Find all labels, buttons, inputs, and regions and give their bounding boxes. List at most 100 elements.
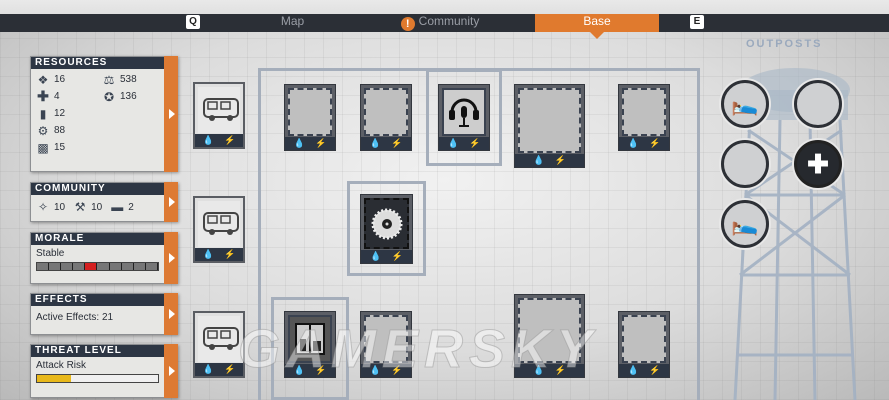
effects-title: EFFECTS	[31, 294, 177, 306]
tab-map[interactable]: Map	[240, 14, 345, 32]
survivors-value: 10	[54, 201, 66, 213]
outpost-slot-1[interactable]: 🛌	[721, 80, 769, 128]
threat-title: THREAT LEVEL	[31, 345, 177, 357]
power-icon: ⚡	[391, 138, 403, 148]
fuel-icon: ▩	[37, 140, 49, 155]
power-icon: ⚡	[649, 138, 661, 148]
room-slot-workshop[interactable]: 💧 ⚡	[360, 194, 413, 264]
expand-arrow-icon[interactable]	[164, 56, 178, 172]
parts-icon: ⚙	[37, 123, 49, 138]
room-slot-empty[interactable]: 💧 ⚡	[360, 84, 412, 151]
water-icon: 💧	[293, 138, 305, 148]
headset-icon	[449, 98, 479, 127]
resource-materials: ⚖ 538	[102, 72, 162, 87]
key-hint-q: Q	[186, 15, 200, 29]
medicine-value: 4	[54, 91, 60, 102]
threat-fill	[37, 375, 71, 382]
expand-arrow-icon[interactable]	[164, 344, 178, 398]
ammo-icon: ▮	[39, 106, 47, 121]
threat-bar	[36, 374, 159, 383]
materials-value: 538	[120, 74, 137, 85]
room-slot-radio[interactable]: 💧 ⚡	[438, 84, 490, 151]
morale-marker	[85, 263, 98, 270]
room-slot-empty[interactable]: 💧 ⚡	[618, 311, 670, 378]
resources-panel[interactable]: RESOURCES ❖ 16 ⚖ 538 ✚ 4 ✪ 136 ▮ 12 ⚙ 88 ▩ 15	[30, 56, 178, 172]
alert-icon: !	[400, 17, 415, 31]
outpost-slot-4[interactable]: ✚	[794, 140, 842, 188]
beds-value: 2	[128, 201, 134, 213]
saw-blade-icon	[371, 208, 402, 239]
vehicle-icon	[203, 212, 239, 235]
expand-arrow-icon[interactable]	[164, 182, 178, 222]
watermark-text: GAMERSKY	[237, 319, 599, 380]
top-navigation-bar: Q Map ! Community Base E	[0, 0, 889, 39]
survivors-icon: ✧	[37, 200, 49, 214]
water-icon: 💧	[369, 138, 381, 148]
expand-arrow-icon[interactable]	[164, 232, 178, 284]
community-panel[interactable]: COMMUNITY ✧ 10 ⚒ 10 ▬ 2	[30, 182, 178, 222]
power-icon: ⚡	[469, 138, 481, 148]
ammo-value: 12	[54, 108, 66, 119]
influence-value: 136	[120, 91, 137, 102]
power-icon: ⚡	[224, 135, 236, 145]
tab-base-label: Base	[583, 14, 611, 28]
worker-icon: ⚒	[74, 200, 86, 214]
community-title: COMMUNITY	[31, 183, 177, 195]
water-icon: 💧	[447, 138, 459, 148]
food-value: 16	[54, 74, 66, 85]
vehicle-slot[interactable]: 💧 ⚡	[193, 196, 245, 263]
resource-influence: ✪ 136	[102, 89, 162, 104]
room-slot-empty[interactable]: 💧 ⚡	[284, 84, 336, 151]
food-icon: ❖	[37, 72, 49, 87]
water-icon: 💧	[202, 364, 214, 374]
room-slot-large-empty[interactable]: 💧 ⚡	[514, 84, 585, 168]
water-icon: 💧	[202, 135, 214, 145]
outpost-slot-2[interactable]	[794, 80, 842, 128]
resource-medicine: ✚ 4	[36, 88, 102, 104]
resource-fuel: ▩ 15	[36, 140, 102, 155]
resource-ammo: ▮ 12	[36, 106, 102, 121]
water-icon: 💧	[202, 249, 214, 259]
water-icon: 💧	[627, 365, 639, 375]
tab-community[interactable]: ! Community	[380, 14, 500, 32]
threat-label: Attack Risk	[36, 360, 87, 371]
power-icon: ⚡	[224, 364, 236, 374]
power-icon: ⚡	[649, 365, 661, 375]
outposts-title: OUTPOSTS	[746, 38, 823, 50]
effects-panel[interactable]: EFFECTS Active Effects: 21	[30, 293, 178, 335]
morale-bar	[36, 262, 159, 271]
threat-panel[interactable]: THREAT LEVEL Attack Risk	[30, 344, 178, 398]
tab-community-label: Community	[418, 14, 480, 28]
parts-value: 88	[54, 125, 66, 136]
tab-base[interactable]: Base	[535, 14, 659, 39]
key-hint-e: E	[690, 15, 704, 29]
morale-title: MORALE	[31, 233, 177, 245]
outpost-slot-5[interactable]: 🛌	[721, 200, 769, 248]
resource-food: ❖ 16	[36, 72, 102, 87]
power-icon: ⚡	[391, 251, 403, 261]
expand-arrow-icon[interactable]	[164, 293, 178, 335]
fuel-value: 15	[54, 142, 66, 153]
bed-icon: ▬	[111, 200, 124, 214]
effects-label: Active Effects: 21	[36, 312, 114, 323]
morale-label: Stable	[36, 248, 65, 259]
water-icon: 💧	[533, 155, 545, 165]
power-icon: ⚡	[554, 155, 566, 165]
vehicle-slot[interactable]: 💧 ⚡	[193, 82, 245, 149]
workers-value: 10	[91, 201, 103, 213]
room-slot-empty[interactable]: 💧 ⚡	[618, 84, 670, 151]
influence-icon: ✪	[103, 89, 115, 104]
water-icon: 💧	[627, 138, 639, 148]
power-icon: ⚡	[315, 138, 327, 148]
water-icon: 💧	[370, 251, 382, 261]
materials-icon: ⚖	[103, 72, 115, 87]
bed-icon: 🛌	[731, 211, 759, 236]
bed-icon: 🛌	[731, 91, 759, 116]
outpost-slot-3[interactable]	[721, 140, 769, 188]
resource-parts: ⚙ 88	[36, 123, 102, 138]
morale-panel[interactable]: MORALE Stable	[30, 232, 178, 284]
power-icon: ⚡	[224, 249, 236, 259]
tab-map-label: Map	[280, 14, 305, 28]
medicine-icon: ✚	[37, 88, 49, 104]
vehicle-icon	[203, 98, 239, 121]
